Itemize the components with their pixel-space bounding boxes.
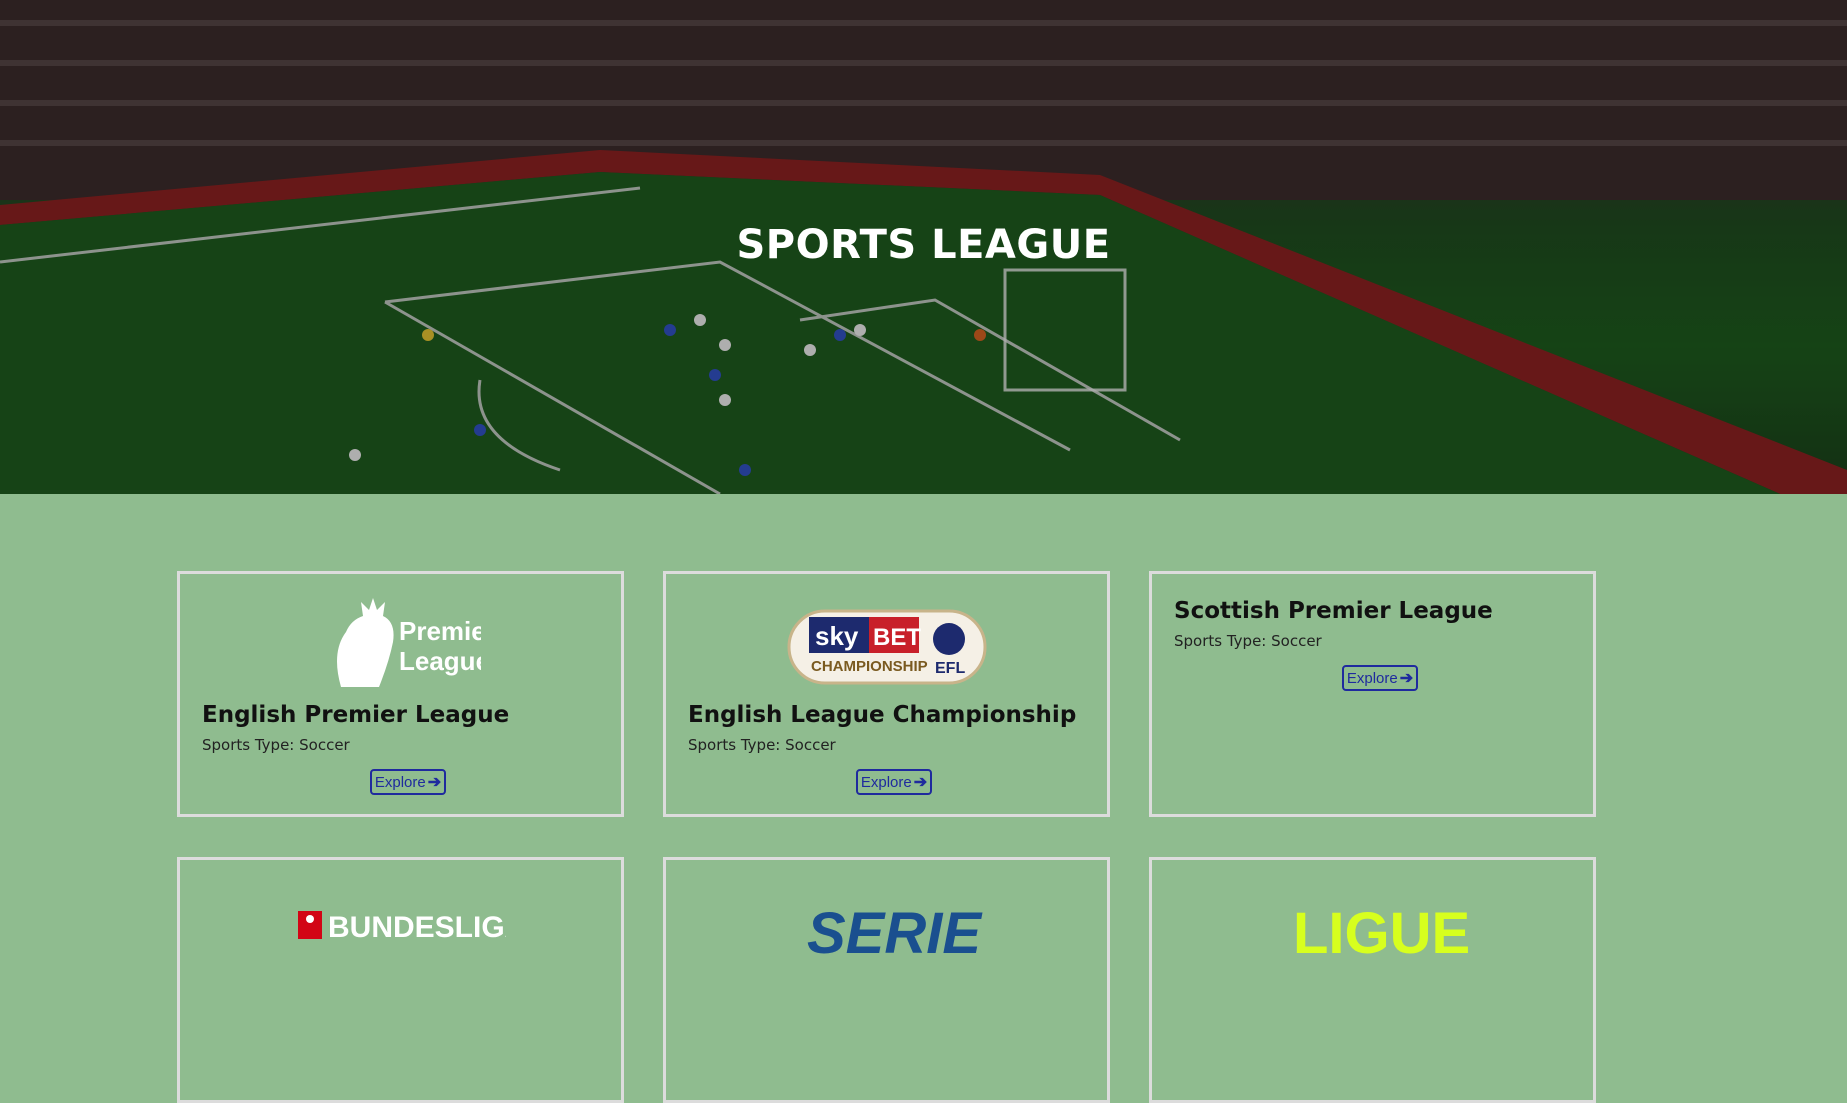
page-title: SPORTS LEAGUE	[736, 222, 1111, 268]
league-card-scottish-premier-league: Scottish Premier League Sports Type: Soc…	[1149, 571, 1596, 817]
hero-banner: SPORTS LEAGUE	[0, 0, 1847, 494]
explore-label: Explore	[1346, 669, 1398, 687]
serie-a-logo: SERIE A	[666, 890, 1107, 960]
league-card-bundesliga: BUNDESLIGA	[177, 857, 624, 1103]
explore-button[interactable]: Explore ➔	[1342, 665, 1418, 691]
svg-text:LIGUE 1: LIGUE 1	[1293, 901, 1483, 957]
championship-logo: sky BET CHAMPIONSHIP EFL	[666, 592, 1107, 702]
arrow-right-icon: ➔	[1399, 670, 1414, 687]
svg-text:sky: sky	[815, 621, 859, 651]
svg-text:SERIE A: SERIE A	[807, 901, 987, 957]
league-card-championship: sky BET CHAMPIONSHIP EFL English League …	[663, 571, 1110, 817]
arrow-right-icon: ➔	[427, 774, 442, 791]
explore-button[interactable]: Explore ➔	[370, 769, 446, 795]
league-name: Scottish Premier League	[1174, 598, 1493, 624]
explore-label: Explore	[860, 773, 912, 791]
league-name: English League Championship	[688, 702, 1077, 728]
arrow-right-icon: ➔	[913, 774, 928, 791]
league-card-serie-a: SERIE A	[663, 857, 1110, 1103]
svg-text:Premier: Premier	[399, 616, 481, 646]
svg-text:League: League	[399, 646, 481, 676]
sports-type: Sports Type: Soccer	[1174, 632, 1322, 650]
svg-text:CHAMPIONSHIP: CHAMPIONSHIP	[811, 658, 928, 675]
svg-text:BUNDESLIGA: BUNDESLIGA	[328, 911, 506, 944]
svg-text:EFL: EFL	[935, 660, 965, 677]
league-card-premier-league: Premier League English Premier League Sp…	[177, 571, 624, 817]
explore-label: Explore	[374, 773, 426, 791]
ligue-1-logo: LIGUE 1	[1152, 890, 1593, 960]
premier-league-logo: Premier League	[180, 592, 621, 702]
league-card-ligue-1: LIGUE 1	[1149, 857, 1596, 1103]
explore-button[interactable]: Explore ➔	[856, 769, 932, 795]
sports-type: Sports Type: Soccer	[202, 736, 350, 754]
sports-type: Sports Type: Soccer	[688, 736, 836, 754]
league-name: English Premier League	[202, 702, 510, 728]
bundesliga-logo: BUNDESLIGA	[180, 890, 621, 960]
league-card-grid: Premier League English Premier League Sp…	[0, 494, 1847, 1103]
svg-text:BET: BET	[873, 624, 921, 651]
